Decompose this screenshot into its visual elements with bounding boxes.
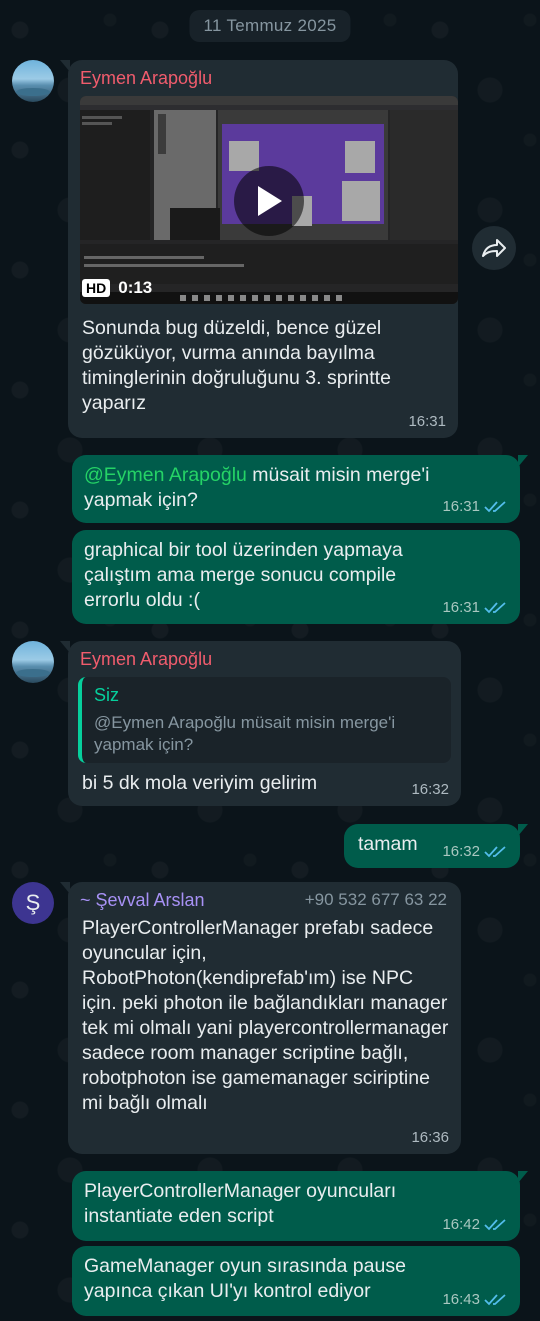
message-text: @Eymen Arapoğlu müsait misin merge'i yap… bbox=[84, 464, 430, 511]
video-thumbnail[interactable]: HD 0:13 bbox=[80, 96, 458, 304]
message-text: PlayerControllerManager prefabı sadece o… bbox=[82, 917, 449, 1114]
message-bubble-out[interactable]: graphical bir tool üzerinden yapmaya çal… bbox=[72, 530, 520, 624]
message-time: 16:42 bbox=[442, 1216, 508, 1233]
hd-badge: HD bbox=[82, 279, 111, 297]
video-duration: 0:13 bbox=[118, 278, 153, 297]
quoted-message[interactable]: Siz @Eymen Arapoğlu müsait misin merge'i… bbox=[78, 677, 451, 763]
forward-icon bbox=[482, 239, 506, 257]
sender-name[interactable]: Eymen Arapoğlu bbox=[80, 68, 446, 89]
message-time: 16:32 bbox=[411, 781, 449, 798]
message-text: bi 5 dk mola veriyim gelirim bbox=[82, 772, 318, 794]
message-bubble-out[interactable]: @Eymen Arapoğlu müsait misin merge'i yap… bbox=[72, 455, 528, 523]
read-receipt-icon bbox=[484, 845, 508, 859]
read-receipt-icon bbox=[484, 500, 508, 514]
sender-phone[interactable]: +90 532 677 63 22 bbox=[305, 890, 447, 910]
message-bubble-in[interactable]: ~ Şevval Arslan +90 532 677 63 22 Player… bbox=[60, 882, 461, 1154]
message-text: graphical bir tool üzerinden yapmaya çal… bbox=[84, 539, 403, 611]
message-time: 16:31 bbox=[408, 413, 446, 430]
message-bubble-out[interactable]: GameManager oyun sırasında pause yapınca… bbox=[72, 1246, 520, 1316]
quoted-text: @Eymen Arapoğlu müsait misin merge'i yap… bbox=[94, 713, 396, 754]
message-time: 16:43 bbox=[442, 1291, 508, 1308]
read-receipt-icon bbox=[484, 1218, 508, 1232]
avatar-eymen[interactable] bbox=[12, 60, 54, 102]
message-time: 16:31 bbox=[442, 498, 508, 515]
read-receipt-icon bbox=[484, 1293, 508, 1307]
message-text: GameManager oyun sırasında pause yapınca… bbox=[84, 1255, 406, 1302]
message-bubble-reply[interactable]: Eymen Arapoğlu Siz @Eymen Arapoğlu müsai… bbox=[60, 641, 461, 806]
message-text: PlayerControllerManager oyuncuları insta… bbox=[84, 1180, 397, 1227]
mention-link[interactable]: @Eymen Arapoğlu bbox=[84, 464, 247, 486]
avatar-sevval[interactable]: Ş bbox=[12, 882, 54, 924]
message-bubble-video[interactable]: Eymen Arapoğlu HD 0:13 Sonunda bug düzel… bbox=[60, 60, 458, 438]
play-button-icon[interactable] bbox=[234, 166, 304, 236]
message-bubble-out[interactable]: PlayerControllerManager oyuncuları insta… bbox=[72, 1171, 528, 1241]
message-time: 16:31 bbox=[442, 599, 508, 616]
quoted-sender: Siz bbox=[94, 685, 120, 705]
avatar-eymen[interactable] bbox=[12, 641, 54, 683]
message-time: 16:36 bbox=[411, 1129, 449, 1146]
message-time: 16:32 bbox=[442, 843, 508, 860]
sender-name[interactable]: Eymen Arapoğlu bbox=[80, 649, 449, 670]
message-text: tamam bbox=[358, 833, 418, 855]
read-receipt-icon bbox=[484, 601, 508, 615]
forward-button[interactable] bbox=[472, 226, 516, 270]
date-divider: 11 Temmuz 2025 bbox=[189, 10, 351, 42]
message-text: Sonunda bug düzeldi, bence güzel gözüküy… bbox=[82, 317, 391, 414]
message-bubble-out[interactable]: tamam 16:32 bbox=[344, 824, 528, 868]
